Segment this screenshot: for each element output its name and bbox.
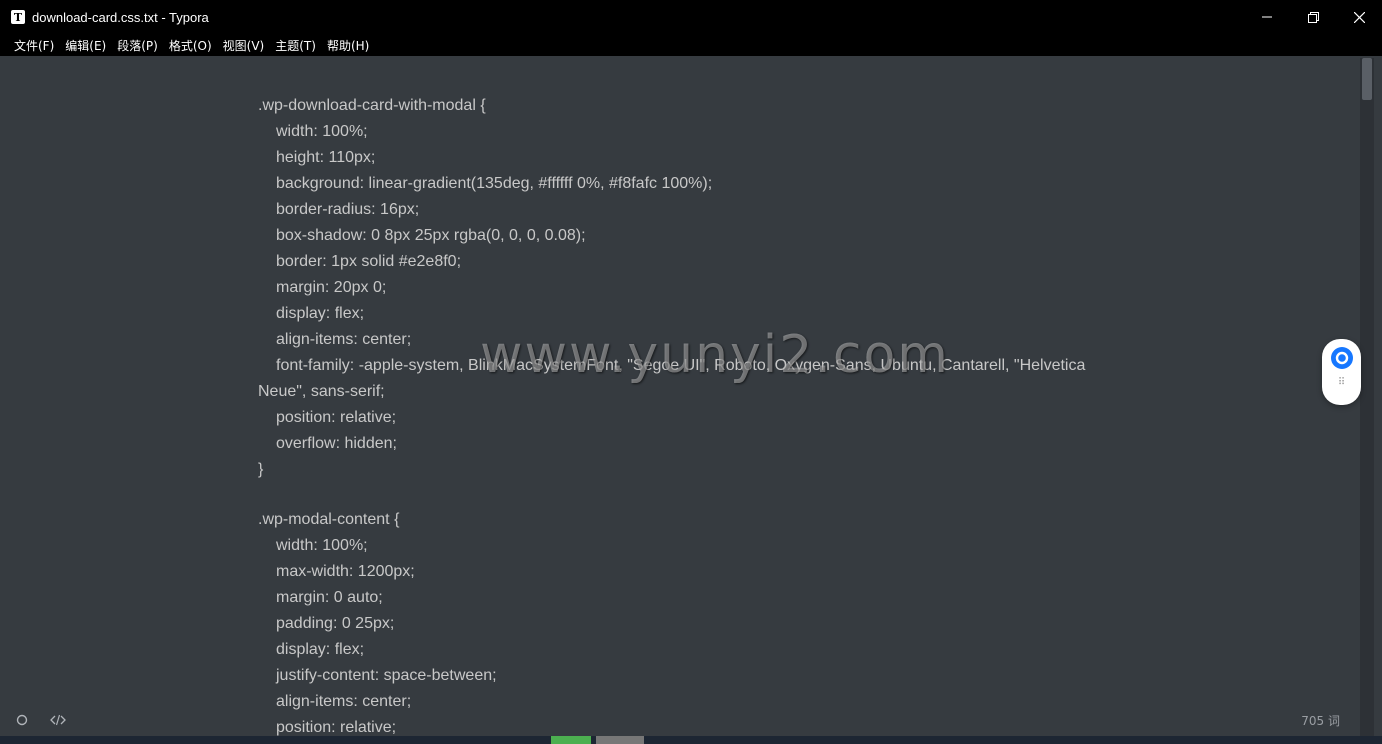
menu-help[interactable]: 帮助(H) (327, 37, 369, 54)
code-line: overflow: hidden; (276, 435, 397, 452)
restore-button[interactable] (1290, 0, 1336, 34)
outline-toggle-icon[interactable] (16, 714, 28, 726)
taskbar (0, 736, 1382, 744)
menu-edit[interactable]: 编辑(E) (65, 37, 106, 54)
scrollbar-track[interactable] (1360, 58, 1374, 736)
menu-paragraph[interactable]: 段落(P) (117, 37, 158, 54)
code-line: background: linear-gradient(135deg, #fff… (276, 175, 713, 192)
minimize-button[interactable] (1244, 0, 1290, 34)
drag-handle-icon[interactable]: ⠿ (1338, 377, 1345, 388)
code-line: border: 1px solid #e2e8f0; (276, 253, 462, 270)
close-button[interactable] (1336, 0, 1382, 34)
menu-view[interactable]: 视图(V) (223, 37, 265, 54)
title-bar: T download-card.css.txt - Typora (0, 0, 1382, 34)
floating-assistant-widget[interactable]: ⠿ (1322, 339, 1361, 405)
editor-area[interactable]: .wp-download-card-with-modal { width: 10… (8, 58, 1374, 736)
code-line: box-shadow: 0 8px 25px rgba(0, 0, 0, 0.0… (276, 227, 586, 244)
code-content[interactable]: .wp-download-card-with-modal { width: 10… (258, 93, 1118, 736)
source-code-mode-icon[interactable] (50, 714, 66, 726)
code-line: margin: 0 auto; (276, 589, 383, 606)
minimize-icon (1262, 16, 1272, 18)
code-line: width: 100%; (276, 123, 368, 140)
taskbar-app-2[interactable] (596, 736, 644, 744)
menu-format[interactable]: 格式(O) (169, 37, 212, 54)
menu-file[interactable]: 文件(F) (14, 37, 54, 54)
code-line: margin: 20px 0; (276, 279, 387, 296)
code-line: display: flex; (276, 641, 365, 658)
window-controls (1244, 0, 1382, 34)
word-count[interactable]: 705 词 (1301, 712, 1340, 729)
menu-theme[interactable]: 主题(T) (275, 37, 316, 54)
taskbar-app-1[interactable] (551, 736, 591, 744)
status-bar: 705 词 (8, 706, 1360, 734)
menu-bar: 文件(F) 编辑(E) 段落(P) 格式(O) 视图(V) 主题(T) 帮助(H… (0, 34, 1382, 56)
code-line: .wp-download-card-with-modal { (258, 97, 486, 114)
code-line: } (258, 461, 264, 478)
assistant-logo-icon[interactable] (1330, 347, 1353, 369)
code-line: position: relative; (276, 409, 397, 426)
window-title: download-card.css.txt - Typora (32, 9, 209, 25)
code-line: width: 100%; (276, 537, 368, 554)
code-line: .wp-modal-content { (258, 511, 400, 528)
code-line: display: flex; (276, 305, 365, 322)
code-line: padding: 0 25px; (276, 615, 395, 632)
code-line: justify-content: space-between; (276, 667, 497, 684)
code-line: max-width: 1200px; (276, 563, 415, 580)
code-line: border-radius: 16px; (276, 201, 420, 218)
watermark-text: www.yunyi2.com (480, 325, 950, 385)
restore-icon (1307, 11, 1319, 23)
close-icon (1353, 11, 1365, 23)
code-line: height: 110px; (276, 149, 376, 166)
scrollbar-thumb[interactable] (1362, 58, 1372, 100)
typora-app-icon: T (11, 10, 25, 24)
chat-bubble-icon (1335, 351, 1348, 365)
